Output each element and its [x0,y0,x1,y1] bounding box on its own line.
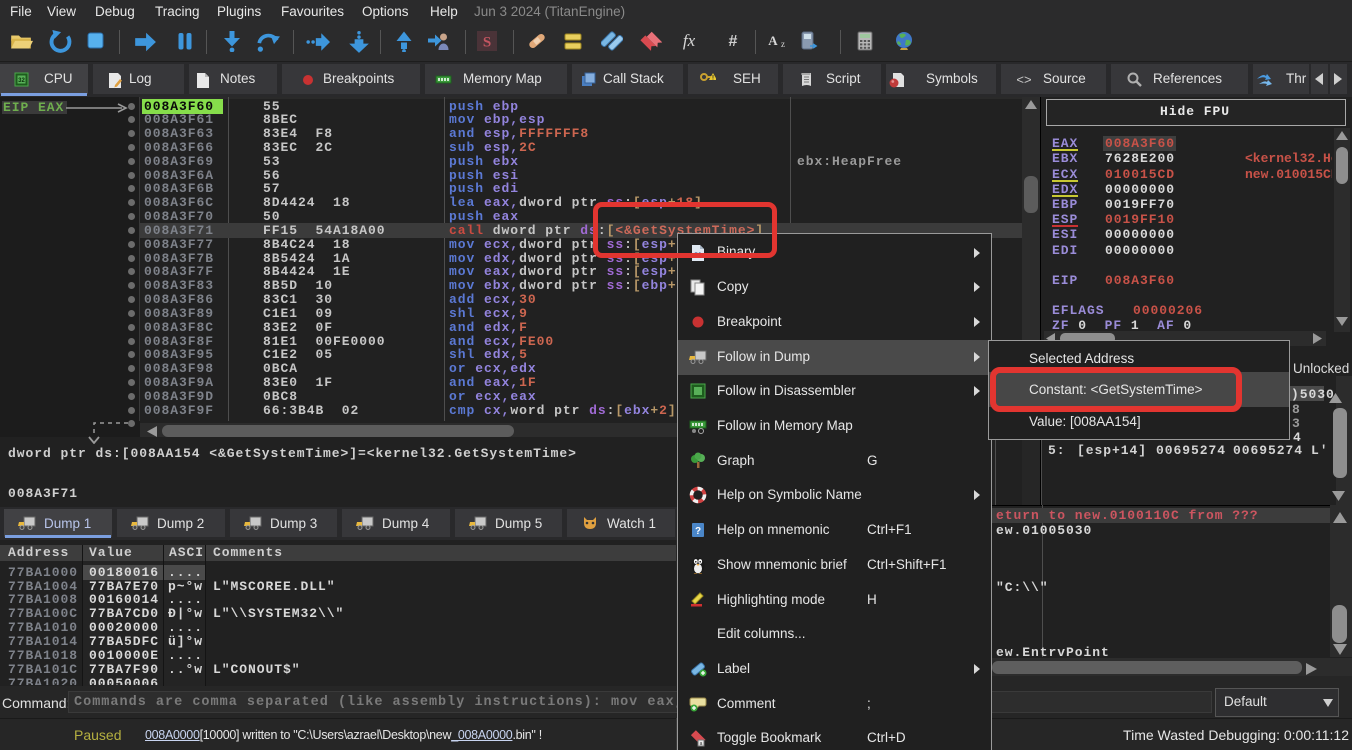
svg-text:a: a [700,741,703,747]
svg-text:?: ? [695,526,701,537]
svg-text:<>: <> [1016,72,1031,87]
svg-text:fx: fx [683,31,696,50]
svg-text:32: 32 [18,78,25,84]
svg-text:A: A [768,33,778,48]
svg-text:#: # [729,33,738,50]
svg-text:!: ! [712,76,714,82]
svg-text:z: z [781,39,785,49]
svg-text:S: S [483,35,491,51]
